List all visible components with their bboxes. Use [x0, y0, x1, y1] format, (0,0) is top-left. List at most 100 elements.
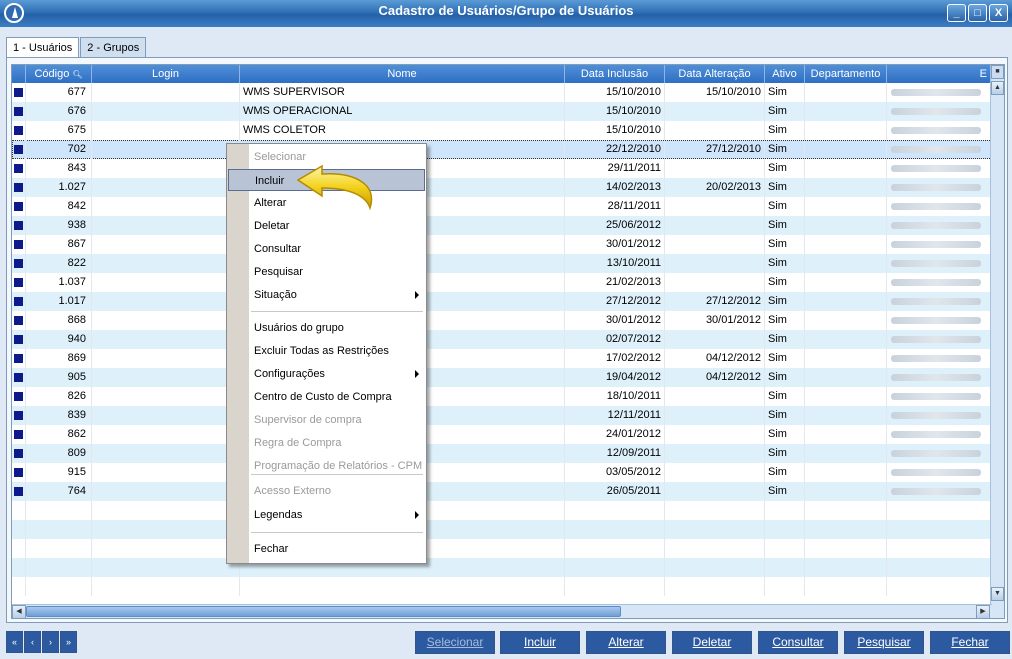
table-row[interactable]: 764 26/05/2011 Sim: [12, 482, 992, 501]
table-row[interactable]: 905 19/04/2012 04/12/2012 Sim: [12, 368, 992, 387]
table-row[interactable]: 1.037 21/02/2013 Sim: [12, 273, 992, 292]
menu-item-situa-o[interactable]: Situação: [228, 284, 425, 306]
table-row[interactable]: 702 22/12/2010 27/12/2010 Sim: [12, 140, 992, 159]
fechar-button[interactable]: Fechar: [930, 631, 1010, 654]
vertical-scrollbar[interactable]: ■ ▲ ▼: [990, 65, 1004, 618]
header-e[interactable]: E: [887, 65, 992, 83]
menu-item-consultar[interactable]: Consultar: [228, 238, 425, 260]
table-cell: [12, 368, 26, 387]
table-row[interactable]: 842 28/11/2011 Sim: [12, 197, 992, 216]
menu-item-usu-rios-do-grupo[interactable]: Usuários do grupo: [228, 317, 425, 339]
table-row[interactable]: 868 30/01/2012 30/01/2012 Sim: [12, 311, 992, 330]
trash-icon[interactable]: ■: [991, 65, 1004, 79]
table-cell: [12, 349, 26, 368]
table-row[interactable]: 1.027 14/02/2013 20/02/2013 Sim: [12, 178, 992, 197]
pesquisar-button[interactable]: Pesquisar: [844, 631, 924, 654]
table-row[interactable]: 822 13/10/2011 Sim: [12, 254, 992, 273]
column-label: Nome: [387, 68, 417, 80]
table-cell: [12, 178, 26, 197]
table-row[interactable]: 1.017 27/12/2012 27/12/2012 Sim: [12, 292, 992, 311]
table-cell: [92, 216, 240, 235]
first-record-icon[interactable]: «: [6, 631, 23, 653]
header-data-alteracao[interactable]: Data Alteração: [665, 65, 765, 83]
selecionar-button[interactable]: Selecionar: [415, 631, 495, 654]
table-cell: [12, 254, 26, 273]
close-button[interactable]: X: [989, 4, 1008, 22]
header-data-inclusao[interactable]: Data Inclusão: [565, 65, 665, 83]
table-row[interactable]: 676 WMS OPERACIONAL 15/10/2010 Sim: [12, 102, 992, 121]
table-cell: [92, 577, 240, 596]
incluir-button[interactable]: Incluir: [500, 631, 580, 654]
header-nome[interactable]: Nome: [240, 65, 565, 83]
table-row[interactable]: 869 17/02/2012 04/12/2012 Sim: [12, 349, 992, 368]
table-cell: [12, 159, 26, 178]
header-ativo[interactable]: Ativo: [765, 65, 805, 83]
row-indicator-icon: [14, 316, 23, 325]
table-cell: [92, 368, 240, 387]
last-record-icon[interactable]: »: [60, 631, 77, 653]
table-row[interactable]: 843 29/11/2011 Sim: [12, 159, 992, 178]
table-cell: 30/01/2012: [565, 235, 665, 254]
menu-item-pesquisar[interactable]: Pesquisar: [228, 261, 425, 283]
table-cell: [665, 387, 765, 406]
menu-item-fechar[interactable]: Fechar: [228, 538, 425, 560]
prev-record-icon[interactable]: ‹: [24, 631, 41, 653]
redacted-email: [891, 317, 981, 324]
table-cell: Sim: [765, 463, 805, 482]
submenu-arrow-icon: [415, 370, 419, 378]
consultar-button[interactable]: Consultar: [758, 631, 838, 654]
tab-grupos[interactable]: 2 - Grupos: [80, 37, 147, 58]
table-cell: [12, 577, 26, 596]
search-icon[interactable]: 🔍︎: [72, 70, 82, 79]
minimize-button[interactable]: _: [947, 4, 966, 22]
menu-item-deletar[interactable]: Deletar: [228, 215, 425, 237]
table-cell: [565, 577, 665, 596]
table-cell: [665, 577, 765, 596]
header-departamento[interactable]: Departamento: [805, 65, 887, 83]
table-cell: [805, 539, 887, 558]
maximize-button[interactable]: □: [968, 4, 987, 22]
users-grid[interactable]: Código 🔍︎ Login Nome Data Inclusão Data …: [11, 64, 1005, 619]
row-indicator-icon: [14, 430, 23, 439]
table-cell: [12, 121, 26, 140]
table-cell: [26, 577, 92, 596]
table-row[interactable]: 940 02/07/2012 Sim: [12, 330, 992, 349]
next-record-icon[interactable]: ›: [42, 631, 59, 653]
row-indicator-icon: [14, 259, 23, 268]
header-codigo[interactable]: Código 🔍︎: [26, 65, 92, 83]
table-row[interactable]: 915 03/05/2012 Sim: [12, 463, 992, 482]
table-row[interactable]: 809 12/09/2011 Sim: [12, 444, 992, 463]
header-login[interactable]: Login: [92, 65, 240, 83]
tab-usuarios[interactable]: 1 - Usuários: [6, 37, 80, 58]
scroll-up-button[interactable]: ▲: [991, 81, 1004, 95]
table-cell: [26, 501, 92, 520]
column-label: Data Alteração: [678, 68, 751, 80]
table-row[interactable]: 938 25/06/2012 Sim: [12, 216, 992, 235]
menu-item-label: Acesso Externo: [254, 485, 332, 497]
menu-item-label: Consultar: [254, 243, 302, 255]
table-row[interactable]: 675 WMS COLETOR 15/10/2010 Sim: [12, 121, 992, 140]
table-cell: 1.017: [26, 292, 92, 311]
table-cell: Sim: [765, 216, 805, 235]
scroll-right-button[interactable]: ▶: [976, 605, 990, 618]
table-row[interactable]: 839 12/11/2011 Sim: [12, 406, 992, 425]
horizontal-scrollbar[interactable]: ◀ ▶: [12, 604, 992, 618]
menu-item-configura-es[interactable]: Configurações: [228, 363, 425, 385]
menu-item-excluir-todas-as-restri-es[interactable]: Excluir Todas as Restrições: [228, 340, 425, 362]
table-cell: [12, 216, 26, 235]
menu-item-centro-de-custo-de-compra[interactable]: Centro de Custo de Compra: [228, 386, 425, 408]
menu-item-legendas[interactable]: Legendas: [228, 504, 425, 526]
table-cell: WMS OPERACIONAL: [240, 102, 565, 121]
table-row[interactable]: 826 18/10/2011 Sim: [12, 387, 992, 406]
tab-pane: Código 🔍︎ Login Nome Data Inclusão Data …: [6, 57, 1008, 623]
scroll-left-button[interactable]: ◀: [12, 605, 26, 618]
horizontal-scroll-thumb[interactable]: [26, 606, 621, 617]
deletar-button[interactable]: Deletar: [672, 631, 752, 654]
table-row[interactable]: 677 WMS SUPERVISOR 15/10/2010 15/10/2010 Sim: [12, 83, 992, 102]
table-row[interactable]: 867 30/01/2012 Sim: [12, 235, 992, 254]
menu-item-acesso-externo: Acesso Externo: [228, 480, 425, 502]
scroll-down-button[interactable]: ▼: [991, 587, 1004, 601]
alterar-button[interactable]: Alterar: [586, 631, 666, 654]
table-row[interactable]: 862 24/01/2012 Sim: [12, 425, 992, 444]
table-cell: [92, 463, 240, 482]
